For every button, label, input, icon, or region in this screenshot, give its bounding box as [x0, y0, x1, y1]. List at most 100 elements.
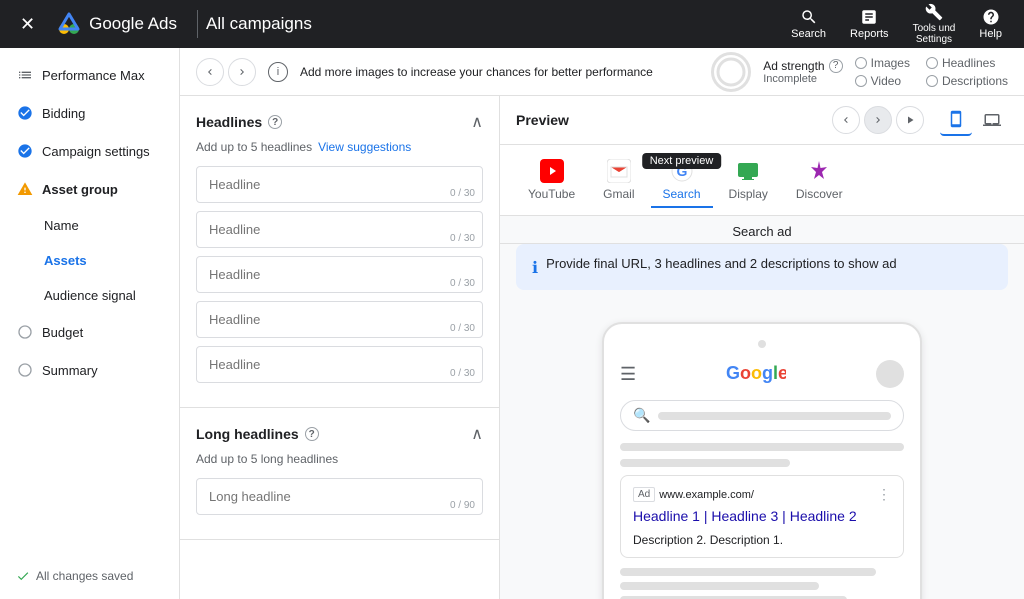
ad-strength-tooltip-icon[interactable]: ?	[829, 59, 843, 73]
help-nav-button[interactable]: Help	[969, 4, 1012, 44]
ad-strength-bar: i Add more images to increase your chanc…	[180, 48, 1024, 96]
sidebar-item-performance-max[interactable]: Performance Max	[0, 56, 179, 94]
headline-input-3[interactable]	[196, 256, 483, 293]
hamburger-icon: ☰	[620, 364, 636, 385]
sidebar-item-campaign-settings[interactable]: Campaign settings	[0, 132, 179, 170]
check-video: Video	[855, 74, 910, 88]
summary-circle-icon	[16, 361, 34, 379]
long-headline-charcount-1: 0 / 90	[450, 500, 475, 511]
close-button[interactable]: ✕	[12, 14, 43, 35]
ad-strength-info-icon[interactable]: i	[268, 62, 288, 82]
preview-play-button[interactable]	[896, 106, 924, 134]
ad-badge: Ad	[633, 487, 655, 502]
sidebar-item-assets[interactable]: Assets	[0, 243, 179, 278]
skeleton-line-1	[620, 568, 876, 576]
help-nav-label: Help	[979, 28, 1002, 40]
headline-charcount-3: 0 / 30	[450, 278, 475, 289]
check-headlines-circle	[926, 57, 938, 69]
sidebar-item-audience-signal[interactable]: Audience signal	[0, 278, 179, 313]
tab-youtube-label: YouTube	[528, 187, 575, 201]
preview-header: Preview	[500, 96, 1024, 145]
check-headlines: Headlines	[926, 56, 1008, 70]
sidebar-item-name[interactable]: Name	[0, 208, 179, 243]
preview-info-message: Provide final URL, 3 headlines and 2 des…	[546, 256, 897, 271]
tab-discover[interactable]: Discover	[784, 153, 855, 207]
sidebar-item-budget[interactable]: Budget	[0, 313, 179, 351]
sidebar-item-performance-max-label: Performance Max	[42, 68, 145, 83]
gmail-icon	[607, 159, 631, 183]
svg-text:Google: Google	[726, 363, 786, 383]
phone-mockup: ☰ Google	[602, 322, 922, 599]
headline-input-wrap-3: 0 / 30	[196, 256, 483, 293]
headlines-section: Headlines ? ∧ Add up to 5 headlines View…	[180, 96, 499, 408]
tab-display-label: Display	[729, 187, 768, 201]
sidebar-item-budget-label: Budget	[42, 325, 83, 340]
next-arrow-button[interactable]	[228, 58, 256, 86]
long-headlines-tooltip-icon[interactable]: ?	[305, 427, 319, 441]
reports-nav-button[interactable]: Reports	[840, 4, 899, 44]
top-nav: ✕ Google Ads All campaigns Search Report…	[0, 0, 1024, 48]
ad-info-icon[interactable]: ⋮	[877, 486, 891, 503]
ad-description: Description 2. Description 1.	[633, 533, 891, 547]
sidebar-item-asset-group-label: Asset group	[42, 182, 118, 197]
headlines-section-subtitle: Add up to 5 headlines View suggestions	[196, 140, 483, 154]
headlines-tooltip-icon[interactable]: ?	[268, 115, 282, 129]
ad-url: www.example.com/	[659, 489, 873, 501]
sidebar-item-asset-group[interactable]: Asset group	[0, 170, 179, 208]
sidebar-item-bidding[interactable]: Bidding	[0, 94, 179, 132]
preview-info-banner: ℹ Provide final URL, 3 headlines and 2 d…	[516, 244, 1008, 290]
campaign-icon	[16, 66, 34, 84]
phone-menu-bar: ☰ Google	[620, 360, 904, 388]
sidebar: Performance Max Bidding Campaign setting…	[0, 48, 180, 599]
headline-input-2[interactable]	[196, 211, 483, 248]
tab-display[interactable]: Display	[717, 153, 780, 207]
check-descriptions-circle	[926, 75, 938, 87]
help-icon	[982, 8, 1000, 26]
search-nav-button[interactable]: Search	[781, 4, 836, 44]
headline-input-1[interactable]	[196, 166, 483, 203]
headline-input-wrap-1: 0 / 30	[196, 166, 483, 203]
preview-next-button[interactable]	[864, 106, 892, 134]
campaign-settings-check-icon	[16, 142, 34, 160]
tab-gmail[interactable]: Gmail	[591, 153, 646, 207]
tools-nav-button[interactable]: Tools undSettings	[903, 0, 966, 49]
long-headlines-collapse-button[interactable]: ∧	[471, 424, 483, 444]
reports-icon	[860, 8, 878, 26]
headline-input-5[interactable]	[196, 346, 483, 383]
view-suggestions-link[interactable]: View suggestions	[318, 140, 411, 154]
tab-youtube[interactable]: YouTube	[516, 153, 587, 207]
headline-input-wrap-2: 0 / 30	[196, 211, 483, 248]
next-preview-badge: Next preview	[642, 153, 722, 169]
content-area: Headlines ? ∧ Add up to 5 headlines View…	[180, 96, 1024, 599]
all-changes-saved: All changes saved	[0, 561, 149, 591]
sidebar-item-bidding-label: Bidding	[42, 106, 85, 121]
long-headlines-section-subtitle: Add up to 5 long headlines	[196, 452, 483, 466]
tools-nav-label: Tools undSettings	[913, 23, 956, 45]
tab-search[interactable]: Next preview G Search	[651, 153, 713, 207]
long-headlines-section-title: Long headlines ?	[196, 426, 319, 442]
sidebar-item-campaign-settings-label: Campaign settings	[42, 144, 150, 159]
headlines-collapse-button[interactable]: ∧	[471, 112, 483, 132]
preview-prev-button[interactable]	[832, 106, 860, 134]
platform-tabs: YouTube Gmail	[500, 145, 1024, 216]
sidebar-item-audience-signal-label: Audience signal	[44, 288, 136, 303]
long-headlines-section-header: Long headlines ? ∧	[196, 424, 483, 444]
nav-arrows	[196, 58, 256, 86]
main-content: i Add more images to increase your chanc…	[180, 48, 1024, 599]
search-result-line-1	[620, 443, 904, 451]
device-icons	[940, 104, 1008, 136]
top-nav-actions: Search Reports Tools undSettings Help	[781, 0, 1012, 49]
ad-label-row: Ad www.example.com/ ⋮	[633, 486, 891, 503]
prev-arrow-button[interactable]	[196, 58, 224, 86]
ad-strength-section: Ad strength ? Incomplete Images Video	[711, 52, 1008, 92]
long-headline-input-wrap-1: 0 / 90	[196, 478, 483, 515]
preview-panel: Preview	[500, 96, 1024, 599]
sidebar-item-summary[interactable]: Summary	[0, 351, 179, 389]
google-logo-svg: Google	[726, 362, 786, 384]
tab-gmail-label: Gmail	[603, 187, 634, 201]
mobile-device-icon[interactable]	[940, 104, 972, 136]
desktop-device-icon[interactable]	[976, 104, 1008, 136]
headline-input-4[interactable]	[196, 301, 483, 338]
long-headline-input-1[interactable]	[196, 478, 483, 515]
headline-input-wrap-4: 0 / 30	[196, 301, 483, 338]
